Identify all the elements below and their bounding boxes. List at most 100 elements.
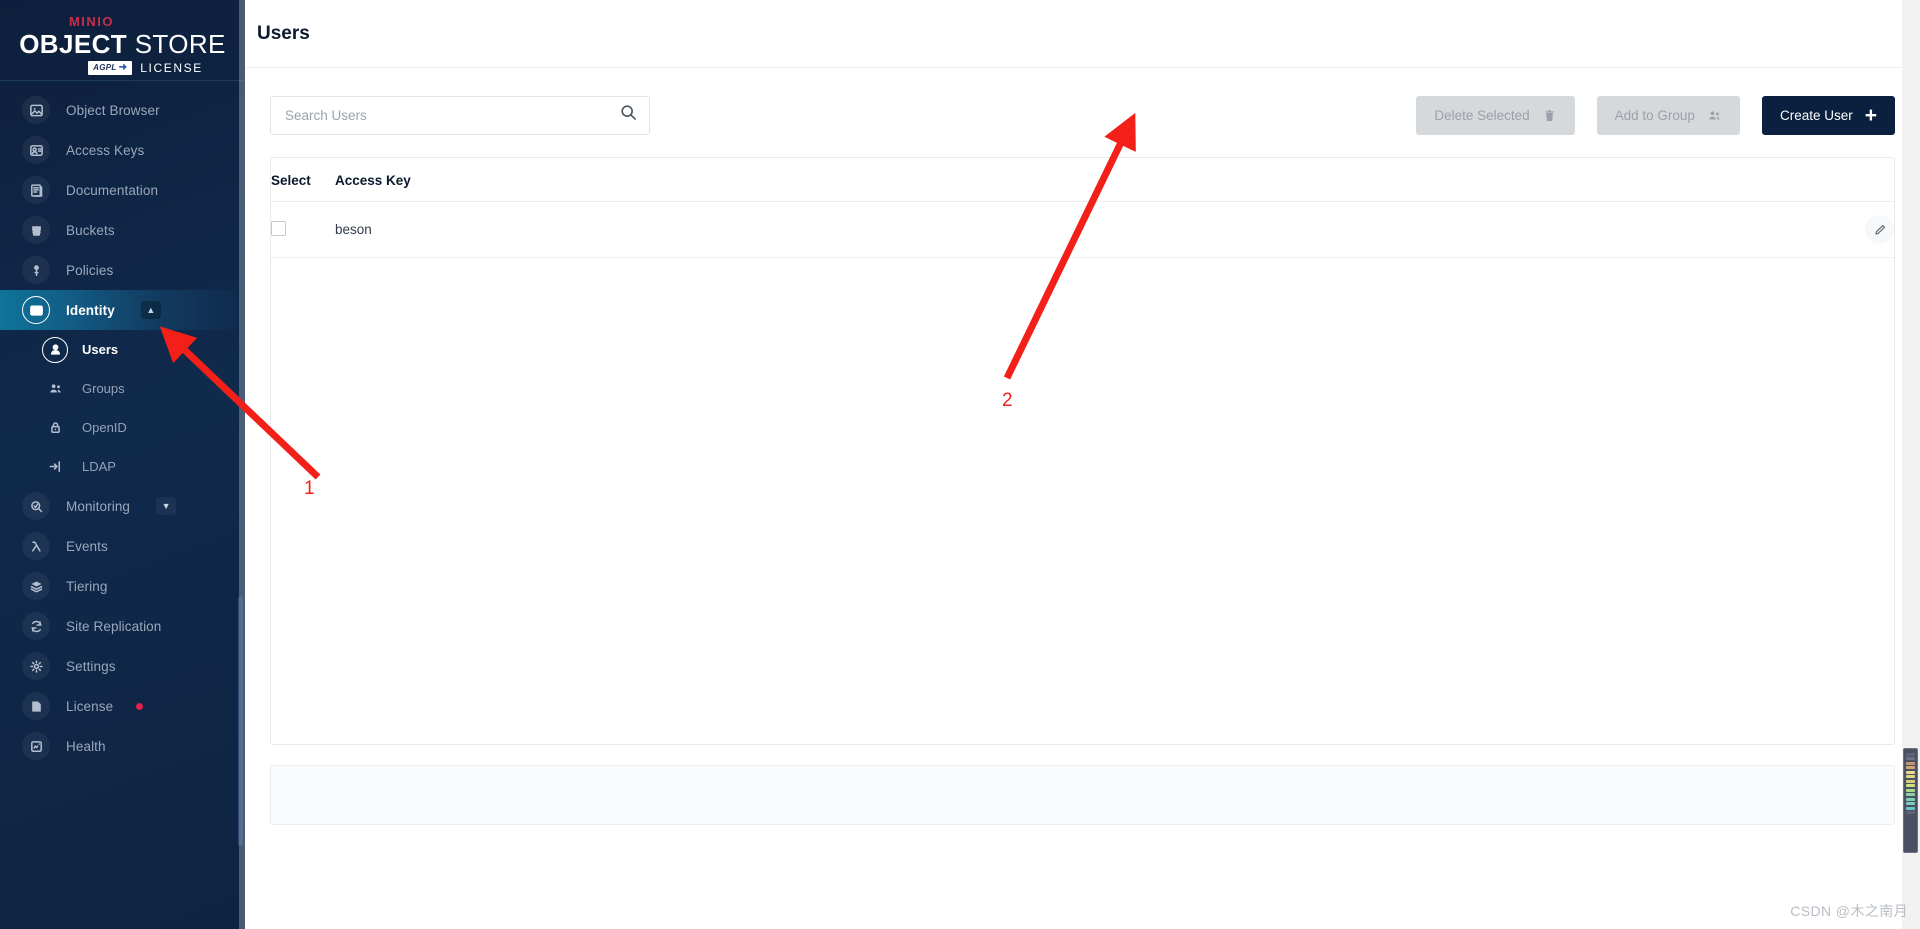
layers-icon <box>22 572 50 600</box>
bucket-icon <box>22 216 50 244</box>
sidebar-item-label: Health <box>66 738 106 754</box>
sidebar-item-site-replication[interactable]: Site Replication <box>0 606 245 646</box>
brand-license-text: LICENSE <box>140 61 203 75</box>
sidebar-item-label: Monitoring <box>66 498 131 514</box>
sidebar-item-label: Events <box>66 538 108 554</box>
users-table: Select Access Key beson <box>271 158 1894 258</box>
table-row[interactable]: beson <box>271 201 1894 258</box>
agpl-badge-icon: AGPL ➜ <box>88 60 133 76</box>
gear-icon <box>22 652 50 680</box>
login-arrow-icon <box>42 454 68 480</box>
brand-license-row: AGPL ➜ LICENSE <box>88 60 203 76</box>
users-table-panel: Select Access Key beson <box>270 157 1895 745</box>
chevron-down-icon[interactable]: ▼ <box>156 497 177 515</box>
lambda-icon <box>22 532 50 560</box>
table-header-row: Select Access Key <box>271 158 1894 202</box>
add-to-group-label: Add to Group <box>1614 107 1695 123</box>
sidebar-item-label: Settings <box>66 658 116 674</box>
users-group-icon <box>1709 110 1720 120</box>
main-content: Users Delete Selected Add to Group <box>245 0 1920 929</box>
replication-icon <box>22 612 50 640</box>
delete-selected-label: Delete Selected <box>1434 107 1530 123</box>
sidebar-item-documentation[interactable]: Documentation <box>0 170 245 210</box>
add-to-group-button[interactable]: Add to Group <box>1596 95 1740 135</box>
lock-icon <box>42 415 68 441</box>
sidebar-item-license[interactable]: License <box>0 686 245 726</box>
code-minimap-widget[interactable] <box>1903 748 1918 853</box>
sidebar-item-identity[interactable]: Identity ▲ <box>0 290 245 330</box>
search-input[interactable] <box>285 107 620 123</box>
chevron-up-icon[interactable]: ▲ <box>140 301 161 319</box>
create-user-label: Create User <box>1779 107 1853 123</box>
sidebar-item-openid[interactable]: OpenID <box>0 408 245 447</box>
brand-minio-text: MINIO <box>68 13 115 29</box>
sidebar-nav: Object Browser Access Keys Documentation… <box>0 81 245 766</box>
row-access-key: beson <box>335 201 1834 258</box>
sidebar-item-settings[interactable]: Settings <box>0 646 245 686</box>
search-users-box[interactable] <box>270 95 650 135</box>
sidebar-item-label: Site Replication <box>66 618 162 634</box>
brand-logo: MINIO OBJECT STORE AGPL ➜ LICENSE <box>0 0 245 81</box>
sidebar-item-label: Policies <box>66 262 114 278</box>
brand-object-text: OBJECT <box>19 28 128 59</box>
sidebar: MINIO OBJECT STORE AGPL ➜ LICENSE Object … <box>0 0 245 929</box>
column-header-select: Select <box>271 158 335 202</box>
image-browser-icon <box>22 96 50 124</box>
sidebar-item-access-keys[interactable]: Access Keys <box>0 130 245 170</box>
content-area: Delete Selected Add to Group Create User… <box>245 68 1920 929</box>
page-header: Users <box>245 0 1920 68</box>
sidebar-item-label: Users <box>82 342 119 357</box>
sidebar-item-label: Identity <box>66 302 115 318</box>
sidebar-item-object-browser[interactable]: Object Browser <box>0 90 245 130</box>
trash-icon <box>1544 109 1554 121</box>
id-card-icon <box>22 136 50 164</box>
license-doc-icon <box>22 692 50 720</box>
sidebar-item-label: Object Browser <box>66 102 160 118</box>
sidebar-item-tiering[interactable]: Tiering <box>0 566 245 606</box>
users-table-body: beson <box>271 201 1894 258</box>
users-table-head: Select Access Key <box>271 158 1894 202</box>
brand-title: OBJECT STORE <box>19 31 226 57</box>
row-select-cell <box>271 201 335 258</box>
edit-pencil-icon[interactable] <box>1865 215 1894 244</box>
row-actions-cell <box>1834 201 1894 258</box>
sidebar-item-policies[interactable]: Policies <box>0 250 245 290</box>
sidebar-item-label: Buckets <box>66 222 115 238</box>
monitor-search-icon <box>22 492 50 520</box>
users-group-icon <box>42 376 68 402</box>
sidebar-item-buckets[interactable]: Buckets <box>0 210 245 250</box>
column-header-actions <box>1834 158 1894 202</box>
sidebar-item-label: Access Keys <box>66 142 145 158</box>
toolbar: Delete Selected Add to Group Create User… <box>270 92 1895 138</box>
sidebar-item-health[interactable]: Health <box>0 726 245 766</box>
row-checkbox[interactable] <box>271 220 286 236</box>
policy-lock-icon <box>22 256 50 284</box>
sidebar-item-label: Tiering <box>66 578 108 594</box>
identity-card-icon <box>22 296 50 324</box>
app-root: MINIO OBJECT STORE AGPL ➜ LICENSE Object … <box>0 0 1920 929</box>
user-icon <box>42 336 68 363</box>
sidebar-item-label: License <box>66 698 114 714</box>
brand-store-text: STORE <box>134 28 226 59</box>
book-icon <box>22 176 50 204</box>
license-alert-dot-icon <box>136 702 144 710</box>
sidebar-item-label: OpenID <box>82 420 127 435</box>
search-icon[interactable] <box>620 104 637 126</box>
plus-icon: + <box>1864 103 1877 127</box>
health-icon <box>22 732 50 760</box>
sidebar-item-label: LDAP <box>82 459 116 474</box>
page-title: Users <box>257 22 310 44</box>
sidebar-item-events[interactable]: Events <box>0 526 245 566</box>
create-user-button[interactable]: Create User + <box>1761 95 1895 135</box>
sidebar-item-label: Documentation <box>66 182 159 198</box>
agpl-badge-label: AGPL <box>93 63 117 72</box>
sidebar-item-users[interactable]: Users <box>0 330 245 369</box>
column-header-access-key: Access Key <box>335 158 1834 202</box>
delete-selected-button[interactable]: Delete Selected <box>1416 95 1575 135</box>
sidebar-item-groups[interactable]: Groups <box>0 369 245 408</box>
sidebar-item-monitoring[interactable]: Monitoring ▼ <box>0 486 245 526</box>
sidebar-item-label: Groups <box>82 381 125 396</box>
sidebar-item-ldap[interactable]: LDAP <box>0 447 245 486</box>
watermark: CSDN @木之南月 <box>1790 903 1908 919</box>
footer-panel <box>270 765 1895 825</box>
